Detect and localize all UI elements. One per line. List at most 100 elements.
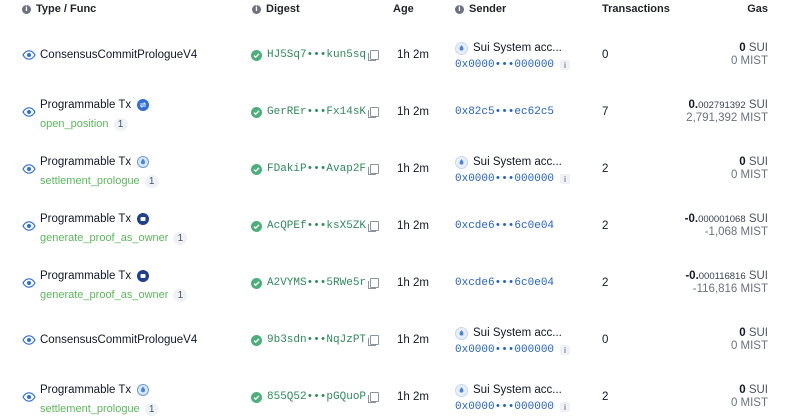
copy-icon[interactable] [368,221,380,232]
eye-icon[interactable] [22,105,36,119]
column-age[interactable]: Age [393,3,414,15]
gas-sui-value: 0 SUI [739,327,768,339]
column-sender[interactable]: i Sender [455,3,506,15]
transactions-cell: 0 [602,333,608,347]
age-value: 1h 2m [397,277,429,289]
info-icon: i [252,4,261,14]
sender-address-link[interactable]: 0x82c5•••ec62c5 [455,106,554,118]
table-row[interactable]: ConsensusCommitPrologueV4 HJ5Sq7•••kun5s… [0,28,800,84]
exchange-icon [137,99,150,111]
copy-icon[interactable] [368,50,380,61]
digest-link[interactable]: HJ5Sq7•••kun5sq [267,49,366,61]
function-name[interactable]: open_position [40,118,109,130]
eye-icon[interactable] [22,219,36,233]
info-icon[interactable]: i [560,345,571,355]
eye-icon[interactable] [22,333,36,347]
gas-cell: 0 SUI 0 MIST [731,384,768,409]
function-count-badge: 1 [144,174,159,188]
column-digest[interactable]: i Digest [252,3,300,15]
sender-address-cell: 0x0000•••000000 i [455,172,571,186]
function-name[interactable]: settlement_prologue [40,403,140,415]
tx-type: Programmable Tx [40,155,150,169]
sender-address-link[interactable]: 0x0000•••000000 [455,173,554,185]
gas-sui-value: -0.000001068 SUI [684,213,768,225]
copy-icon[interactable] [368,164,380,175]
gas-sui-value: 0 SUI [739,384,768,396]
sender-name: Sui System acc... [473,327,562,339]
sui-icon [455,155,468,169]
transactions-cell: 2 [602,162,608,176]
tx-function[interactable]: settlement_prologue 1 [40,174,159,188]
eye-icon[interactable] [22,390,36,404]
info-icon[interactable]: i [560,174,571,184]
column-gas[interactable]: Gas [747,3,768,15]
digest-link[interactable]: FDakiP•••Avap2F [267,163,366,175]
table-row[interactable]: Programmable Tx settlement_prologue 1 85… [0,370,800,420]
table-row[interactable]: ConsensusCommitPrologueV4 9b3sdn•••NqJzP… [0,313,800,369]
function-count-badge: 1 [144,402,159,416]
sui-icon [137,384,150,396]
transactions-cell: 2 [602,390,608,404]
sender-address-link[interactable]: 0xcde6•••6c0e04 [455,220,554,232]
tx-function[interactable]: settlement_prologue 1 [40,402,159,416]
sender-address-cell: 0x0000•••000000 i [455,58,571,72]
transactions-cell: 2 [602,276,608,290]
tx-function[interactable]: generate_proof_as_owner 1 [40,288,188,302]
tx-type-label: Programmable Tx [40,99,132,111]
eye-icon[interactable] [22,48,36,62]
digest-cell: AcQPEf•••ksX5ZK [251,219,380,233]
digest-link[interactable]: 9b3sdn•••NqJzPT [267,334,366,346]
age-value: 1h 2m [397,220,429,232]
check-circle-icon [251,334,262,346]
copy-icon[interactable] [368,392,380,403]
table-row[interactable]: Programmable Tx generate_proof_as_owner … [0,199,800,255]
function-count-badge: 1 [113,117,128,131]
eye-icon[interactable] [22,276,36,290]
check-circle-icon [251,163,262,175]
column-type[interactable]: i Type / Func [22,3,96,15]
check-circle-icon [251,49,262,61]
transaction-count: 0 [602,49,609,61]
tx-function[interactable]: open_position 1 [40,117,128,131]
age-value: 1h 2m [397,49,429,61]
function-name[interactable]: settlement_prologue [40,175,140,187]
sender-address-link[interactable]: 0xcde6•••6c0e04 [455,277,554,289]
tx-type-label: Programmable Tx [40,213,132,225]
sender-name: Sui System acc... [473,384,562,396]
gas-cell: -0.000116816 SUI -116,816 MIST [685,270,768,295]
digest-link[interactable]: 855Q52•••pGQuoP [267,391,366,403]
check-circle-icon [251,220,262,232]
digest-link[interactable]: AcQPEf•••ksX5ZK [267,220,366,232]
info-icon[interactable]: i [560,402,571,412]
function-name[interactable]: generate_proof_as_owner [40,232,168,244]
age-cell: 1h 2m [397,162,429,176]
transactions-cell: 2 [602,219,608,233]
gas-cell: 0.002791392 SUI 2,791,392 MIST [686,99,768,124]
gas-mist-value: 0 MIST [730,340,768,352]
digest-link[interactable]: GerREr•••Fx14sK [267,106,366,118]
column-transactions[interactable]: Transactions [602,3,670,15]
function-name[interactable]: generate_proof_as_owner [40,289,168,301]
copy-icon[interactable] [368,335,380,346]
sender-address-cell: 0x0000•••000000 i [455,400,571,414]
age-cell: 1h 2m [397,276,429,290]
gas-cell: 0 SUI 0 MIST [731,42,768,67]
tx-function[interactable]: generate_proof_as_owner 1 [40,231,188,245]
transaction-count: 2 [602,163,609,175]
table-row[interactable]: Programmable Tx generate_proof_as_owner … [0,256,800,312]
info-icon[interactable]: i [560,60,571,70]
digest-cell: FDakiP•••Avap2F [251,162,380,176]
copy-icon[interactable] [368,278,380,289]
sender-name: Sui System acc... [473,156,562,168]
sender-address-link[interactable]: 0x0000•••000000 [455,59,554,71]
gas-mist-value: -1,068 MIST [704,226,768,238]
digest-link[interactable]: A2VYMS•••5RWe5r [267,277,366,289]
transaction-count: 2 [602,220,609,232]
table-row[interactable]: Programmable Tx settlement_prologue 1 FD… [0,142,800,198]
sender-address-link[interactable]: 0x0000•••000000 [455,401,554,413]
transaction-count: 0 [602,334,609,346]
table-row[interactable]: Programmable Tx open_position 1 GerREr••… [0,85,800,141]
eye-icon[interactable] [22,162,36,176]
sender-address-link[interactable]: 0x0000•••000000 [455,344,554,356]
copy-icon[interactable] [368,107,380,118]
